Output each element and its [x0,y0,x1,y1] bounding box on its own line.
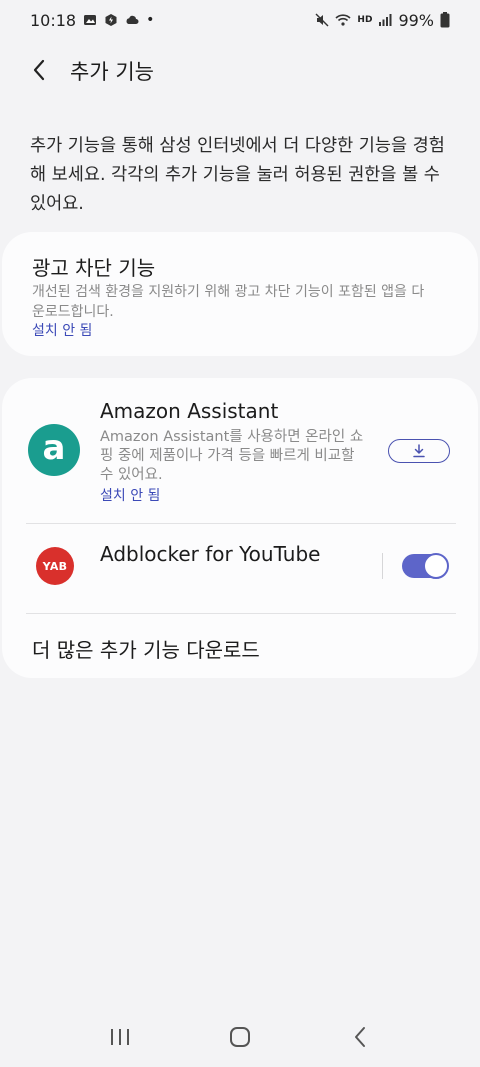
yab-toggle[interactable] [402,553,449,579]
yab-logo: YAB [36,547,74,585]
download-button[interactable] [388,439,450,463]
navigation-bar [0,1007,480,1067]
ad-block-description: 개선된 검색 환경을 지원하기 위해 광고 차단 기능이 포함된 앱을 다운로드… [32,284,425,320]
chevron-left-icon [33,59,45,81]
back-button[interactable] [24,55,54,85]
toggle-knob [423,553,449,579]
back-nav-button[interactable] [340,1017,380,1057]
status-bar: 10:18 • HD 99% [0,0,480,40]
status-time: 10:18 [30,10,77,30]
ad-block-status: 설치 안 됨 [32,323,93,339]
home-button[interactable] [220,1017,260,1057]
extension-status: 설치 안 됨 [100,488,161,504]
extension-description: Amazon Assistant를 사용하면 온라인 쇼핑 중에 제품이나 가격… [100,429,364,483]
battery-percent: 99% [398,10,434,30]
battery-icon [440,12,450,28]
back-nav-icon [355,1027,365,1047]
ad-block-title: 광고 차단 기능 [32,256,156,280]
mute-icon [315,13,329,27]
amazon-logo-letter: a [42,428,66,468]
more-extensions-link[interactable]: 더 많은 추가 기능 다운로드 [32,634,260,663]
notification-dot-icon: • [146,12,155,28]
intro-text: 추가 기능을 통해 삼성 인터넷에서 더 다양한 기능을 경험해 보세요. 각각… [30,136,445,214]
extension-title: Amazon Assistant [100,399,279,423]
amazon-assistant-logo: a [28,424,80,476]
ad-block-card[interactable]: 광고 차단 기능 개선된 검색 환경을 지원하기 위해 광고 차단 기능이 포함… [2,232,478,356]
hd-voice-icon: HD [357,14,373,25]
extension-title: Adblocker for YouTube [100,542,321,566]
extension-item-amazon[interactable]: a Amazon Assistant Amazon Assistant를 사용하… [2,378,478,524]
page-title: 추가 기능 [70,60,154,84]
signal-icon [379,14,392,26]
wifi-icon [335,14,351,26]
yab-logo-text: YAB [42,559,68,573]
download-icon [413,444,425,458]
extensions-card: a Amazon Assistant Amazon Assistant를 사용하… [2,378,478,678]
extension-item-yab[interactable]: YAB Adblocker for YouTube [2,525,478,613]
vertical-divider [382,553,383,579]
home-icon [230,1027,250,1047]
recent-apps-button[interactable] [100,1017,140,1057]
shield-icon [105,14,117,26]
divider [26,523,456,524]
more-extensions-row[interactable]: 더 많은 추가 기능 다운로드 [2,614,478,678]
gallery-icon [84,15,97,25]
recent-apps-icon [111,1029,129,1045]
cloud-icon [126,15,139,24]
app-bar: 추가 기능 [0,46,480,92]
